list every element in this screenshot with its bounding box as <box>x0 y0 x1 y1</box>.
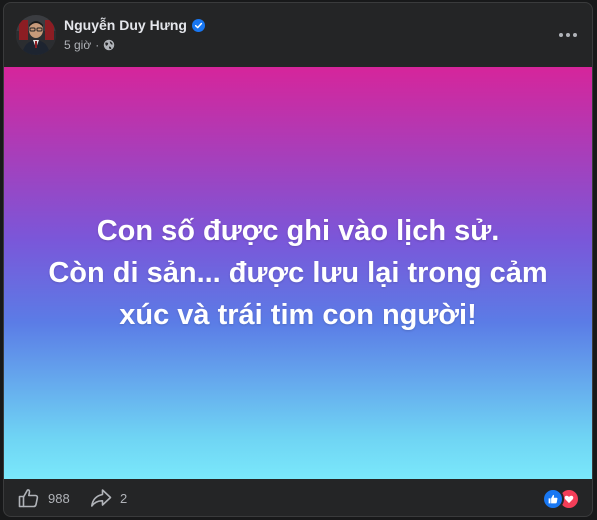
post-card: Nguyễn Duy Hưng 5 giờ · Con số được ghi … <box>3 2 593 517</box>
globe-icon <box>103 39 115 51</box>
reaction-summary[interactable] <box>542 488 580 510</box>
avatar[interactable] <box>16 15 56 55</box>
more-dots-icon <box>559 33 577 37</box>
post-footer: 988 2 <box>4 479 592 516</box>
meta-separator: · <box>95 38 100 52</box>
post-text-line: Con số được ghi vào lịch sử. <box>96 215 500 247</box>
like-button[interactable]: 988 <box>18 486 70 510</box>
author-name[interactable]: Nguyễn Duy Hưng <box>64 17 187 33</box>
post-header: Nguyễn Duy Hưng 5 giờ · <box>4 3 592 67</box>
share-button[interactable]: 2 <box>90 486 127 510</box>
more-options-button[interactable] <box>556 23 580 47</box>
post-text-line: xúc và trái tim con người! <box>119 299 477 331</box>
post-background: Con số được ghi vào lịch sử. Còn di sản.… <box>4 67 592 479</box>
author-row: Nguyễn Duy Hưng <box>64 17 205 33</box>
verified-badge-icon <box>191 18 205 32</box>
share-count: 2 <box>120 490 128 506</box>
thumbs-up-icon <box>18 489 39 508</box>
post-text-line: Còn di sản... được lưu lại trong cảm <box>48 257 548 289</box>
post-meta: 5 giờ · <box>64 38 115 52</box>
avatar-image <box>16 15 56 55</box>
post-time[interactable]: 5 giờ <box>64 38 91 52</box>
like-count: 988 <box>48 490 70 506</box>
post-text: Con số được ghi vào lịch sử. Còn di sản.… <box>48 210 548 336</box>
share-arrow-icon <box>91 489 112 507</box>
like-icon <box>542 488 564 510</box>
